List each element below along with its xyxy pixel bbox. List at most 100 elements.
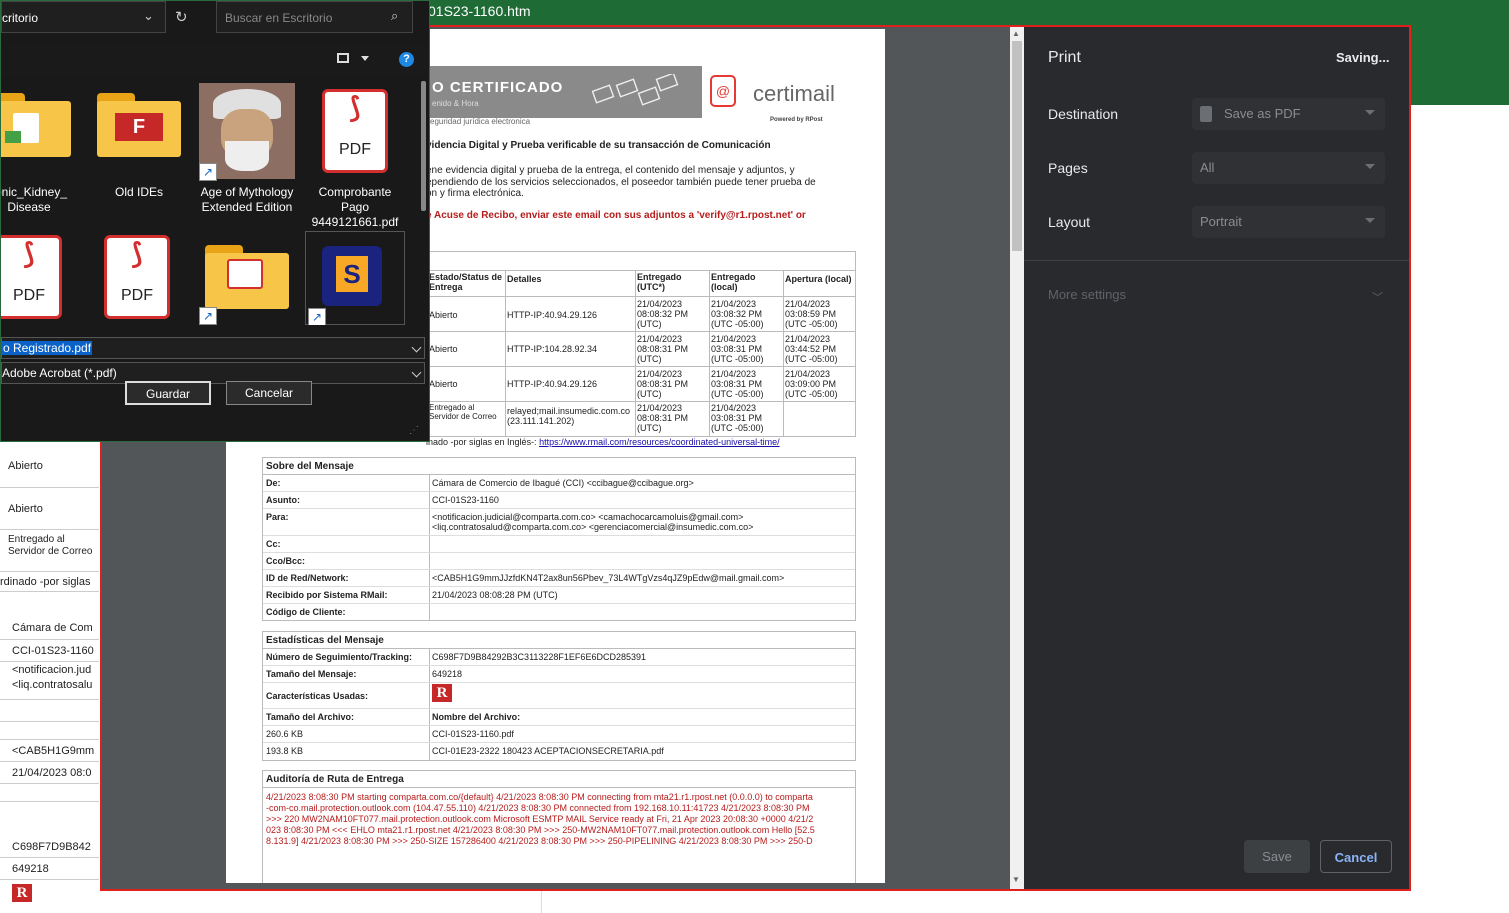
file-item[interactable]: ⟆ PDF: [1, 235, 79, 325]
more-settings-toggle[interactable]: More settings: [1048, 287, 1126, 302]
print-status: Saving...: [1336, 50, 1390, 65]
field-label: Código de Cliente:: [266, 607, 346, 617]
background-cell: Entregado al Servidor de Correo: [0, 530, 99, 572]
help-icon[interactable]: ?: [399, 52, 414, 67]
file-item[interactable]: F Old IDEs: [89, 83, 189, 223]
chevron-down-icon[interactable]: [361, 56, 369, 61]
field-value: 21/04/2023 08:08:28 PM (UTC): [432, 590, 558, 600]
layout-select[interactable]: Portrait: [1192, 206, 1385, 238]
pages-select[interactable]: All: [1192, 152, 1385, 184]
chevron-down-icon: [1365, 218, 1375, 223]
address-bar[interactable]: critorio ⌄: [1, 1, 166, 33]
pdf-icon: ⟆ PDF: [104, 235, 170, 319]
save-button[interactable]: Save: [1244, 840, 1310, 873]
settings-divider: [1024, 260, 1409, 261]
table-cell: 21/04/2023 03:08:31 PM (UTC -05:00): [711, 369, 764, 399]
resize-grip-icon[interactable]: ⋰: [409, 425, 423, 439]
pdf-icon-text: PDF: [13, 287, 45, 304]
audit-line: >>> 220 MW2NAM10FT077.mail.protection.ou…: [266, 814, 814, 824]
field-value: CCI-01S23-1160: [432, 495, 499, 505]
table-cell: 21/04/2023 08:08:32 PM (UTC): [637, 299, 689, 329]
utc-note: inado -por siglas en Inglés-: https://ww…: [426, 437, 780, 447]
message-table: Sobre del Mensaje De: Cámara de Comercio…: [262, 457, 856, 621]
dialog-toolbar: ?: [1, 46, 429, 76]
table-cell: HTTP-IP:40.94.29.126: [507, 310, 598, 320]
section-title: Estadísticas del Mensaje: [266, 635, 384, 646]
shortcut-arrow-icon: ↗: [308, 308, 326, 325]
preview-heading: videncia Digital y Prueba verificable de…: [426, 140, 771, 151]
chevron-down-icon[interactable]: ﹀: [1372, 289, 1383, 305]
file-item[interactable]: ↗: [197, 235, 297, 325]
file-item[interactable]: ⟆ PDF: [89, 235, 189, 325]
field-value: <notificacion.judicial@comparta.com.co> …: [432, 512, 754, 532]
filename-field[interactable]: o Registrado.pdf: [1, 337, 425, 359]
file-list-scrollbar[interactable]: [421, 81, 426, 211]
scroll-down-icon[interactable]: ▼: [1012, 875, 1020, 884]
cancelar-button[interactable]: Cancelar: [226, 381, 312, 405]
pdf-icon-text: PDF: [339, 141, 371, 158]
file-item[interactable]: S ↗: [305, 231, 405, 325]
refresh-icon[interactable]: ↻: [175, 8, 188, 26]
section-title: Sobre del Mensaje: [266, 461, 354, 472]
background-cell: Abierto: [0, 444, 99, 488]
field-value: 193.8 KB: [266, 746, 304, 756]
chevron-down-icon[interactable]: ⌄: [143, 8, 154, 24]
field-value: 649218: [432, 669, 463, 679]
scroll-up-icon[interactable]: ▲: [1012, 29, 1020, 38]
field-label: Nombre del Archivo:: [432, 712, 521, 722]
destination-select[interactable]: Save as PDF: [1192, 98, 1385, 130]
background-window-title: 01S23-1160.htm: [428, 3, 531, 19]
table-header: Apertura (local): [785, 274, 852, 284]
search-placeholder: Buscar en Escritorio: [225, 11, 333, 25]
file-list: ronic_Kidney_ Disease F Old IDEs ↗ Age o…: [1, 77, 421, 325]
table-header: Entregado (local): [711, 272, 756, 292]
game-icon: S: [322, 246, 382, 306]
banner-title: O CERTIFICADO: [432, 79, 564, 96]
scroll-thumb[interactable]: [1012, 41, 1022, 251]
field-label: Tamaño del Mensaje:: [266, 669, 357, 679]
file-item[interactable]: ronic_Kidney_ Disease: [1, 83, 79, 223]
background-cell: 649218: [0, 858, 99, 880]
cancel-button[interactable]: Cancel: [1320, 840, 1392, 873]
background-cell: Cámara de Com: [0, 616, 99, 640]
certimail-logo-icon: @: [710, 75, 736, 107]
filetype-value: Adobe Acrobat (*.pdf): [2, 366, 117, 380]
background-cell: 21/04/2023 08:0: [0, 762, 99, 784]
layout-value: Portrait: [1200, 214, 1242, 229]
search-icon: ⌕: [391, 8, 399, 23]
certified-banner: O CERTIFICADO enido & Hora: [426, 66, 702, 118]
pdf-icon-text: PDF: [121, 287, 153, 304]
table-cell: Abierto: [429, 344, 458, 354]
destination-label: Destination: [1048, 106, 1119, 122]
file-item[interactable]: ⟆ PDF Comprobante Pago 9449121661.pdf: [305, 83, 405, 243]
banner-subtitle: enido & Hora: [432, 99, 479, 108]
chevron-down-icon[interactable]: [411, 367, 422, 378]
file-item[interactable]: ↗ Age of Mythology Extended Edition: [197, 83, 297, 243]
field-label: Recibido por Sistema RMail:: [266, 590, 388, 600]
background-cell: [0, 784, 99, 802]
print-title: Print: [1048, 49, 1081, 66]
table-cell: 21/04/2023 08:08:31 PM (UTC): [637, 334, 689, 364]
view-icon[interactable]: [337, 53, 349, 63]
pdf-icon: ⟆ PDF: [322, 89, 388, 173]
file-label: Comprobante Pago 9449121661.pdf: [311, 185, 399, 229]
verify-instruction: e Acuse de Recibo, enviar este email con…: [426, 210, 806, 221]
field-label: Para:: [266, 512, 289, 522]
utc-link[interactable]: https://www.rmail.com/resources/coordina…: [539, 437, 780, 447]
folder-icon: F: [97, 93, 181, 159]
preview-scrollbar[interactable]: ▲ ▼: [1010, 27, 1024, 889]
banner-tagline: seguridad jurídica electronica: [426, 117, 531, 126]
guardar-button[interactable]: Guardar: [125, 381, 211, 405]
search-input[interactable]: Buscar en Escritorio ⌕: [216, 1, 413, 33]
table-cell: HTTP-IP:104.28.92.34: [507, 344, 598, 354]
destination-value: Save as PDF: [1224, 106, 1301, 121]
field-value: CCI-01E23-2322 180423 ACEPTACIONSECRETAR…: [432, 746, 664, 756]
field-label: De:: [266, 478, 281, 488]
background-cell: CCI-01S23-1160: [0, 640, 99, 662]
folder-icon: [205, 245, 289, 311]
filetype-select[interactable]: Adobe Acrobat (*.pdf): [1, 362, 425, 384]
section-title: Auditoría de Ruta de Entrega: [266, 774, 404, 785]
table-cell: 21/04/2023 03:08:31 PM (UTC -05:00): [711, 403, 764, 433]
filename-value: o Registrado.pdf: [2, 341, 93, 355]
chevron-down-icon[interactable]: [411, 342, 422, 353]
